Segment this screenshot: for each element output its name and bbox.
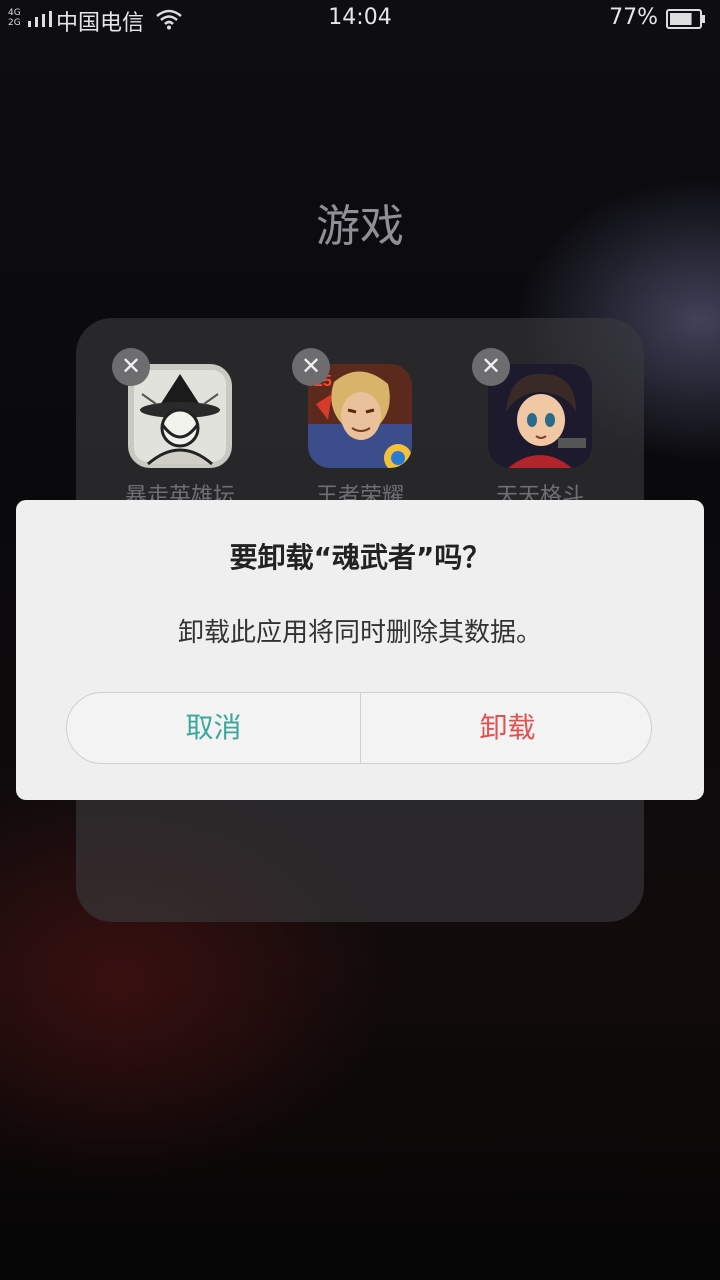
remove-app-button[interactable]: ✕ [292, 348, 330, 386]
battery-percent: 77% [609, 5, 658, 30]
folder-title: 游戏 [316, 201, 404, 252]
dialog-title: 要卸载“魂武者”吗？ [229, 541, 491, 574]
app-item-baozou[interactable]: ✕ 暴走英雄坛 [76, 318, 236, 509]
uninstall-button[interactable]: 卸载 [361, 693, 651, 763]
dialog-message: 卸载此应用将同时删除其数据。 [177, 618, 542, 648]
battery-icon [666, 9, 705, 29]
uninstall-dialog: 要卸载“魂武者”吗？ 卸载此应用将同时删除其数据。 取消 卸载 [16, 500, 704, 800]
app-item-tiantian[interactable]: ✕ 天天格斗 [436, 318, 596, 509]
remove-app-button[interactable]: ✕ [112, 348, 150, 386]
status-bar: 4G 2G 中国电信 14:04 77% [0, 0, 720, 38]
remove-app-button[interactable]: ✕ [472, 348, 510, 386]
cancel-button[interactable]: 取消 [67, 693, 360, 763]
dialog-button-group: 取消 卸载 [66, 692, 652, 764]
app-item-wangzhe[interactable]: 25 ✕ 王者荣耀 [256, 318, 416, 509]
